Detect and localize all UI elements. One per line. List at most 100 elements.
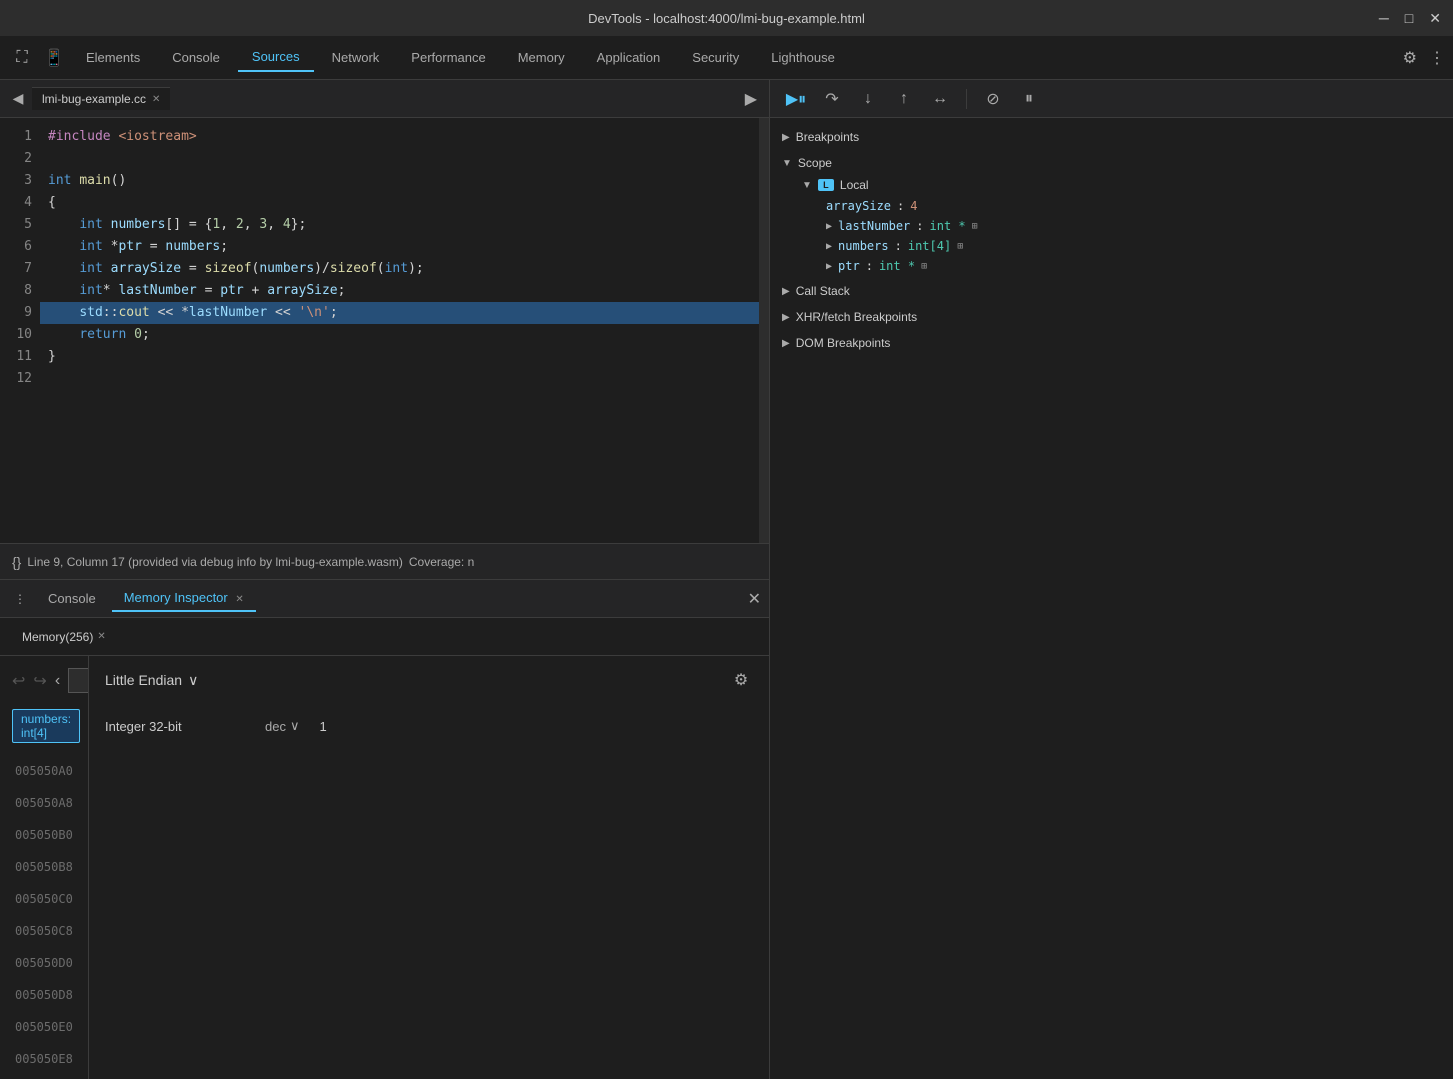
- maximize-button[interactable]: □: [1405, 10, 1413, 27]
- code-line-6: int *ptr = numbers;: [40, 236, 759, 258]
- toolbar-divider: [966, 89, 967, 109]
- xhr-section: ▶ XHR/fetch Breakpoints: [770, 306, 1453, 328]
- tab-lighthouse[interactable]: Lighthouse: [757, 44, 849, 71]
- callstack-section: ▶ Call Stack: [770, 280, 1453, 302]
- tabbar-right: ⚙ ⋮: [1403, 48, 1445, 68]
- memory-icon-lastnumber: ⊞: [972, 221, 978, 232]
- memory-subtabs: Memory(256) ✕: [0, 618, 769, 656]
- inspector-int32-value: 1: [319, 719, 326, 734]
- device-icon[interactable]: 📱: [40, 44, 68, 72]
- addr-back-button[interactable]: ↩: [12, 669, 25, 693]
- memory-icon-ptr: ⊞: [921, 261, 927, 272]
- tab-network[interactable]: Network: [318, 44, 394, 71]
- titlebar: DevTools - localhost:4000/lmi-bug-exampl…: [0, 0, 1453, 36]
- breakpoints-label: Breakpoints: [796, 130, 859, 144]
- memory-icon-numbers: ⊞: [957, 241, 963, 252]
- step-over-button[interactable]: ↷: [818, 85, 846, 113]
- tab-performance[interactable]: Performance: [397, 44, 499, 71]
- step-back-button[interactable]: ↔: [926, 85, 954, 113]
- deactivate-button[interactable]: ⊘: [979, 85, 1007, 113]
- hex-row-2: 005050A8 03 00 00 00: [12, 787, 89, 819]
- inspector-format-selector[interactable]: dec ∨: [265, 718, 299, 734]
- addr-005050A8: 005050A8: [12, 787, 85, 819]
- numbers-badge: numbers: int[4]: [12, 709, 80, 743]
- code-editor[interactable]: #include <iostream> int main() { int num…: [40, 118, 759, 543]
- breakpoints-triangle: ▶: [782, 132, 790, 143]
- code-line-10: return 0;: [40, 324, 759, 346]
- scope-content: ▼ L Local arraySize : 4 ▶ lastNumber: [770, 174, 1453, 276]
- addr-005050A0: 005050A0: [12, 755, 85, 787]
- local-badge: L: [818, 179, 834, 191]
- tab-console[interactable]: Console: [158, 44, 234, 71]
- code-line-7: int arraySize = sizeof(numbers)/sizeof(i…: [40, 258, 759, 280]
- tab-elements[interactable]: Elements: [72, 44, 154, 71]
- format-label: dec: [265, 719, 286, 734]
- inspector-int32-label: Integer 32-bit: [105, 719, 245, 734]
- debugger-toolbar: ▶⏸ ↷ ↓ ↑ ↔ ⊘ ⏸: [770, 80, 1453, 118]
- sidebar-toggle[interactable]: ◀: [4, 85, 32, 113]
- dom-section: ▶ DOM Breakpoints: [770, 332, 1453, 354]
- code-scrollbar[interactable]: [759, 118, 769, 543]
- window-controls[interactable]: ─ □ ✕: [1379, 10, 1441, 27]
- breakpoints-header[interactable]: ▶ Breakpoints: [770, 126, 1453, 148]
- memory-inspector-tab-close[interactable]: ✕: [235, 594, 243, 605]
- status-bar: {} Line 9, Column 17 (provided via debug…: [0, 543, 769, 579]
- memory-subtab-name: Memory(256): [22, 630, 93, 644]
- callstack-label: Call Stack: [796, 284, 850, 298]
- memory-256-tab[interactable]: Memory(256) ✕: [12, 626, 116, 648]
- file-tab-close[interactable]: ✕: [152, 94, 160, 105]
- xhr-header[interactable]: ▶ XHR/fetch Breakpoints: [770, 306, 1453, 328]
- local-items: arraySize : 4 ▶ lastNumber : int * ⊞: [794, 196, 1453, 276]
- titlebar-title: DevTools - localhost:4000/lmi-bug-exampl…: [588, 11, 865, 26]
- format-icon[interactable]: {}: [12, 554, 21, 570]
- close-button[interactable]: ✕: [1429, 10, 1441, 27]
- memory-256-close[interactable]: ✕: [97, 631, 105, 642]
- position-info: Line 9, Column 17 (provided via debug in…: [27, 555, 403, 569]
- address-input[interactable]: [68, 668, 89, 693]
- more-tabs-icon[interactable]: ⋮: [8, 587, 32, 611]
- step-into-button[interactable]: ↓: [854, 85, 882, 113]
- tab-security[interactable]: Security: [678, 44, 753, 71]
- scope-item-lastnumber[interactable]: ▶ lastNumber : int * ⊞: [814, 216, 1453, 236]
- scope-section: ▼ Scope ▼ L Local arraySize : 4: [770, 152, 1453, 276]
- hex-row-5: 005050C0 2E2F7468 69732E70 . / t h i s .…: [12, 883, 89, 915]
- tab-memory-inspector[interactable]: Memory Inspector ✕: [112, 585, 256, 612]
- addr-forward-button[interactable]: ↪: [33, 669, 46, 693]
- more-icon[interactable]: ⋮: [1429, 48, 1445, 68]
- pause-on-exceptions[interactable]: ⏸: [1015, 85, 1043, 113]
- hex-row-1: 005050A0 01 00 00 00: [12, 755, 89, 787]
- tab-console-bottom[interactable]: Console: [36, 586, 108, 611]
- local-header[interactable]: ▼ L Local: [794, 174, 1453, 196]
- code-container: 12345 678910 1112 #include <iostream> in…: [0, 118, 769, 543]
- settings-icon[interactable]: ⚙: [1403, 48, 1417, 68]
- endian-row: Little Endian ∨ ⚙: [105, 668, 753, 692]
- main-container: ◀ lmi-bug-example.cc ✕ ▶ 12345 678910 11…: [0, 80, 1453, 1079]
- scope-item-ptr[interactable]: ▶ ptr : int * ⊞: [814, 256, 1453, 276]
- tab-sources[interactable]: Sources: [238, 43, 314, 72]
- dom-header[interactable]: ▶ DOM Breakpoints: [770, 332, 1453, 354]
- memory-settings-icon[interactable]: ⚙: [729, 668, 753, 692]
- addr-prev-button[interactable]: ‹: [55, 669, 60, 693]
- run-icon[interactable]: ▶: [737, 89, 765, 109]
- close-all-panels[interactable]: ✕: [748, 589, 761, 609]
- tab-application[interactable]: Application: [583, 44, 675, 71]
- file-tab-lmi[interactable]: lmi-bug-example.cc ✕: [32, 87, 170, 110]
- code-line-11: }: [40, 346, 759, 368]
- bottom-tabs: ⋮ Console Memory Inspector ✕ ✕: [0, 580, 769, 618]
- code-line-5: int numbers[] = {1, 2, 3, 4};: [40, 214, 759, 236]
- scope-item-numbers[interactable]: ▶ numbers : int[4] ⊞: [814, 236, 1453, 256]
- step-out-button[interactable]: ↑: [890, 85, 918, 113]
- scope-header[interactable]: ▼ Scope: [770, 152, 1453, 174]
- coverage-info: Coverage: n: [409, 555, 474, 569]
- minimize-button[interactable]: ─: [1379, 10, 1389, 27]
- hex-viewer: ↩ ↪ ‹ › ↻ numbers: int[4]: [0, 656, 89, 1079]
- dom-label: DOM Breakpoints: [796, 336, 891, 350]
- endian-selector[interactable]: Little Endian ∨: [105, 672, 198, 689]
- scope-item-arraysize[interactable]: arraySize : 4: [814, 196, 1453, 216]
- callstack-header[interactable]: ▶ Call Stack: [770, 280, 1453, 302]
- inspect-icon[interactable]: ⛶: [8, 44, 36, 72]
- memory-main: ↩ ↪ ‹ › ↻ numbers: int[4]: [0, 656, 769, 1079]
- tab-memory[interactable]: Memory: [504, 44, 579, 71]
- resume-button[interactable]: ▶⏸: [782, 85, 810, 113]
- xhr-label: XHR/fetch Breakpoints: [796, 310, 917, 324]
